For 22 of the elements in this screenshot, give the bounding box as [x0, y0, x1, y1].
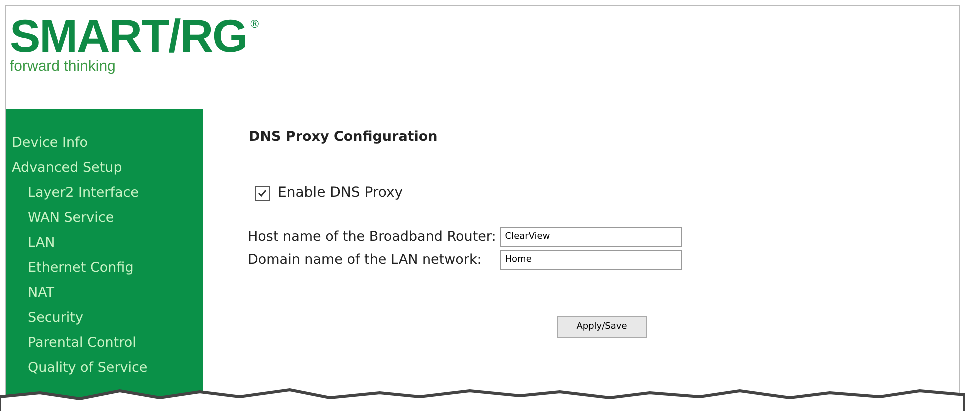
text-field[interactable]: Home — [500, 250, 682, 270]
field-label: Domain name of the LAN network: — [248, 252, 483, 268]
logo-wordmark: SMART/RG — [10, 12, 248, 60]
sidebar-item[interactable]: Quality of Service — [12, 356, 203, 381]
registered-mark: ® — [249, 18, 260, 31]
checkbox-label: Enable DNS Proxy — [278, 185, 404, 201]
sidebar-item[interactable]: Advanced Setup — [12, 156, 203, 181]
apply-save-button[interactable]: Apply/Save — [557, 316, 647, 338]
field-label: Host name of the Broadband Router: — [248, 229, 496, 245]
sidebar-item[interactable]: NAT — [12, 281, 203, 306]
sidebar-item[interactable]: Security — [12, 306, 203, 331]
checkbox[interactable] — [255, 186, 270, 200]
sidebar-item[interactable]: Layer2 Interface — [12, 181, 203, 206]
sidebar-item[interactable]: Ethernet Config — [12, 256, 203, 281]
sidebar-item[interactable]: LAN — [12, 231, 203, 256]
text-field[interactable]: ClearView — [500, 227, 682, 247]
sidebar-item[interactable]: WAN Service — [12, 206, 203, 231]
logo-tagline: forward thinking — [10, 58, 117, 75]
checkmark-icon — [257, 188, 268, 198]
sidebar-item[interactable]: Device Info — [12, 131, 203, 156]
section-title: DNS Proxy Configuration — [249, 129, 439, 145]
sidebar-item[interactable]: Parental Control — [12, 331, 203, 356]
